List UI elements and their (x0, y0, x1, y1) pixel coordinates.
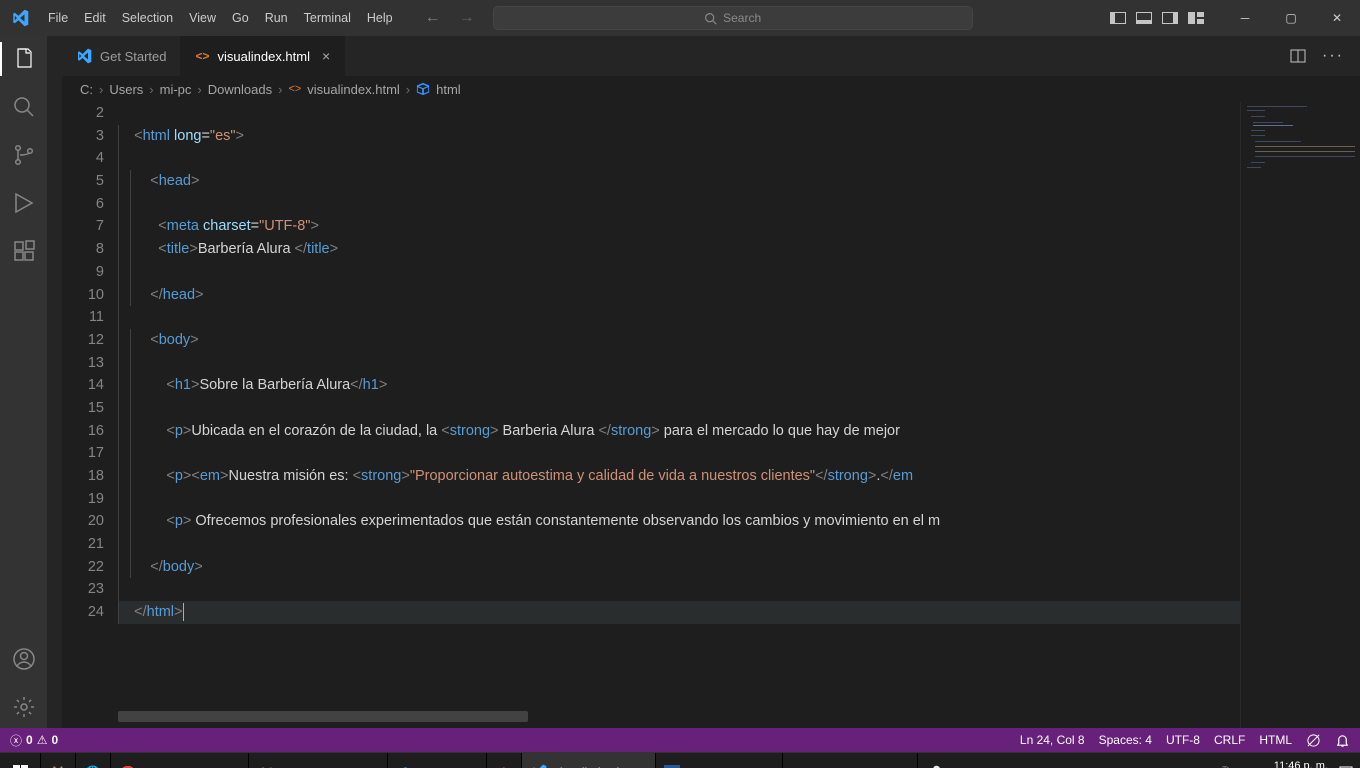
status-cursor-position[interactable]: Ln 24, Col 8 (1020, 733, 1085, 747)
tray-clock[interactable]: 11:46 p. m. 13/01/2023 (1273, 760, 1328, 768)
crumb[interactable]: Downloads (208, 82, 272, 97)
html-file-icon: <> (288, 83, 301, 95)
crumb[interactable]: mi-pc (160, 82, 192, 97)
status-errors[interactable]: ⓧ 0 ⚠ 0 (10, 732, 58, 749)
task-unknown-red[interactable]: ⬢ (486, 753, 521, 768)
settings-gear-icon[interactable] (11, 694, 37, 720)
menu-file[interactable]: File (40, 11, 76, 25)
command-center-search[interactable]: Search (493, 6, 973, 30)
nav-back-icon[interactable]: ← (425, 9, 441, 27)
crumb[interactable]: C: (80, 82, 93, 97)
toggle-primary-sidebar-icon[interactable] (1110, 12, 1126, 24)
horizontal-scrollbar-thumb[interactable] (118, 711, 528, 722)
tab-label: visualindex.html (218, 49, 311, 64)
editor-group: Get Started <> visualindex.html × ··· C:… (62, 36, 1360, 728)
tab-get-started[interactable]: Get Started (62, 36, 181, 76)
menu-bar: File Edit Selection View Go Run Terminal… (40, 11, 401, 25)
menu-edit[interactable]: Edit (76, 11, 114, 25)
status-bar: ⓧ 0 ⚠ 0 Ln 24, Col 8 Spaces: 4 UTF-8 CRL… (0, 728, 1360, 752)
layout-controls (1110, 12, 1204, 24)
task-chrome[interactable]: Barbería Alura - ... (110, 753, 248, 768)
activity-bar (0, 36, 48, 728)
toggle-secondary-sidebar-icon[interactable] (1162, 12, 1178, 24)
minimap[interactable] (1240, 102, 1360, 728)
task-sublime[interactable]: ▬C:\Program File... (782, 753, 917, 768)
html-file-icon: <> (195, 49, 209, 63)
menu-view[interactable]: View (181, 11, 224, 25)
system-tray: ˄ 🔊 ESP 11:46 p. m. 13/01/2023 (1201, 760, 1360, 768)
menu-go[interactable]: Go (224, 11, 257, 25)
crumb[interactable]: visualindex.html (307, 82, 400, 97)
tab-visualindex[interactable]: <> visualindex.html × (181, 36, 345, 76)
more-actions-icon[interactable]: ··· (1322, 47, 1344, 65)
line-number-gutter: 23456789101112131415161718192021222324 (62, 102, 118, 728)
task-firefox[interactable]: 🦊 (40, 753, 75, 768)
status-eol[interactable]: CRLF (1214, 733, 1245, 747)
horizontal-scrollbar[interactable] (118, 711, 1240, 722)
window-close-button[interactable]: ✕ (1314, 0, 1360, 36)
menu-run[interactable]: Run (257, 11, 296, 25)
explorer-icon[interactable] (11, 46, 37, 72)
window-minimize-button[interactable]: ─ (1222, 0, 1268, 36)
status-feedback-icon[interactable] (1306, 733, 1321, 748)
close-icon[interactable]: × (322, 48, 330, 64)
customize-layout-icon[interactable] (1188, 12, 1204, 24)
crumb[interactable]: Users (109, 82, 143, 97)
nav-forward-icon[interactable]: → (459, 9, 475, 27)
breadcrumbs[interactable]: C:› Users› mi-pc› Downloads› <> visualin… (62, 76, 1360, 102)
status-notifications-icon[interactable] (1335, 733, 1350, 748)
vscode-icon (76, 48, 92, 64)
tab-label: Get Started (100, 49, 166, 64)
task-edge[interactable]: 🌐 (75, 753, 110, 768)
extensions-icon[interactable] (11, 238, 37, 264)
search-icon[interactable] (11, 94, 37, 120)
toggle-panel-icon[interactable] (1136, 12, 1152, 24)
task-file-explorer[interactable]: 📁Explorador de ar... (248, 753, 387, 768)
editor-tabs: Get Started <> visualindex.html × ··· (62, 36, 1360, 76)
split-editor-icon[interactable] (1290, 48, 1306, 64)
status-encoding[interactable]: UTF-8 (1166, 733, 1200, 747)
accounts-icon[interactable] (11, 646, 37, 672)
status-language[interactable]: HTML (1259, 733, 1292, 747)
symbol-icon (416, 82, 430, 96)
text-editor[interactable]: 23456789101112131415161718192021222324 <… (62, 102, 1360, 728)
task-weather[interactable]: 🌧️Lluvi... (917, 753, 993, 768)
sidebar-collapsed[interactable] (48, 36, 62, 728)
window-maximize-button[interactable]: ▢ (1268, 0, 1314, 36)
windows-taskbar: 🦊 🌐 Barbería Alura - ... 📁Explorador de … (0, 752, 1360, 768)
source-control-icon[interactable] (11, 142, 37, 168)
status-indentation[interactable]: Spaces: 4 (1099, 733, 1152, 747)
search-placeholder: Search (723, 11, 761, 25)
task-word[interactable]: W Documento1 - ... (655, 753, 783, 768)
title-bar: File Edit Selection View Go Run Terminal… (0, 0, 1360, 36)
menu-terminal[interactable]: Terminal (296, 11, 359, 25)
vscode-logo-icon (0, 9, 40, 27)
code-content[interactable]: <html long="es"> <head> <meta charset="U… (118, 102, 1360, 728)
run-debug-icon[interactable] (11, 190, 37, 216)
task-downloads[interactable]: ⬇Descargas (387, 753, 485, 768)
menu-selection[interactable]: Selection (114, 11, 181, 25)
menu-help[interactable]: Help (359, 11, 401, 25)
crumb[interactable]: html (436, 82, 461, 97)
task-vscode[interactable]: visualindex.htm... (521, 753, 655, 768)
tray-action-center-icon[interactable] (1338, 765, 1354, 768)
